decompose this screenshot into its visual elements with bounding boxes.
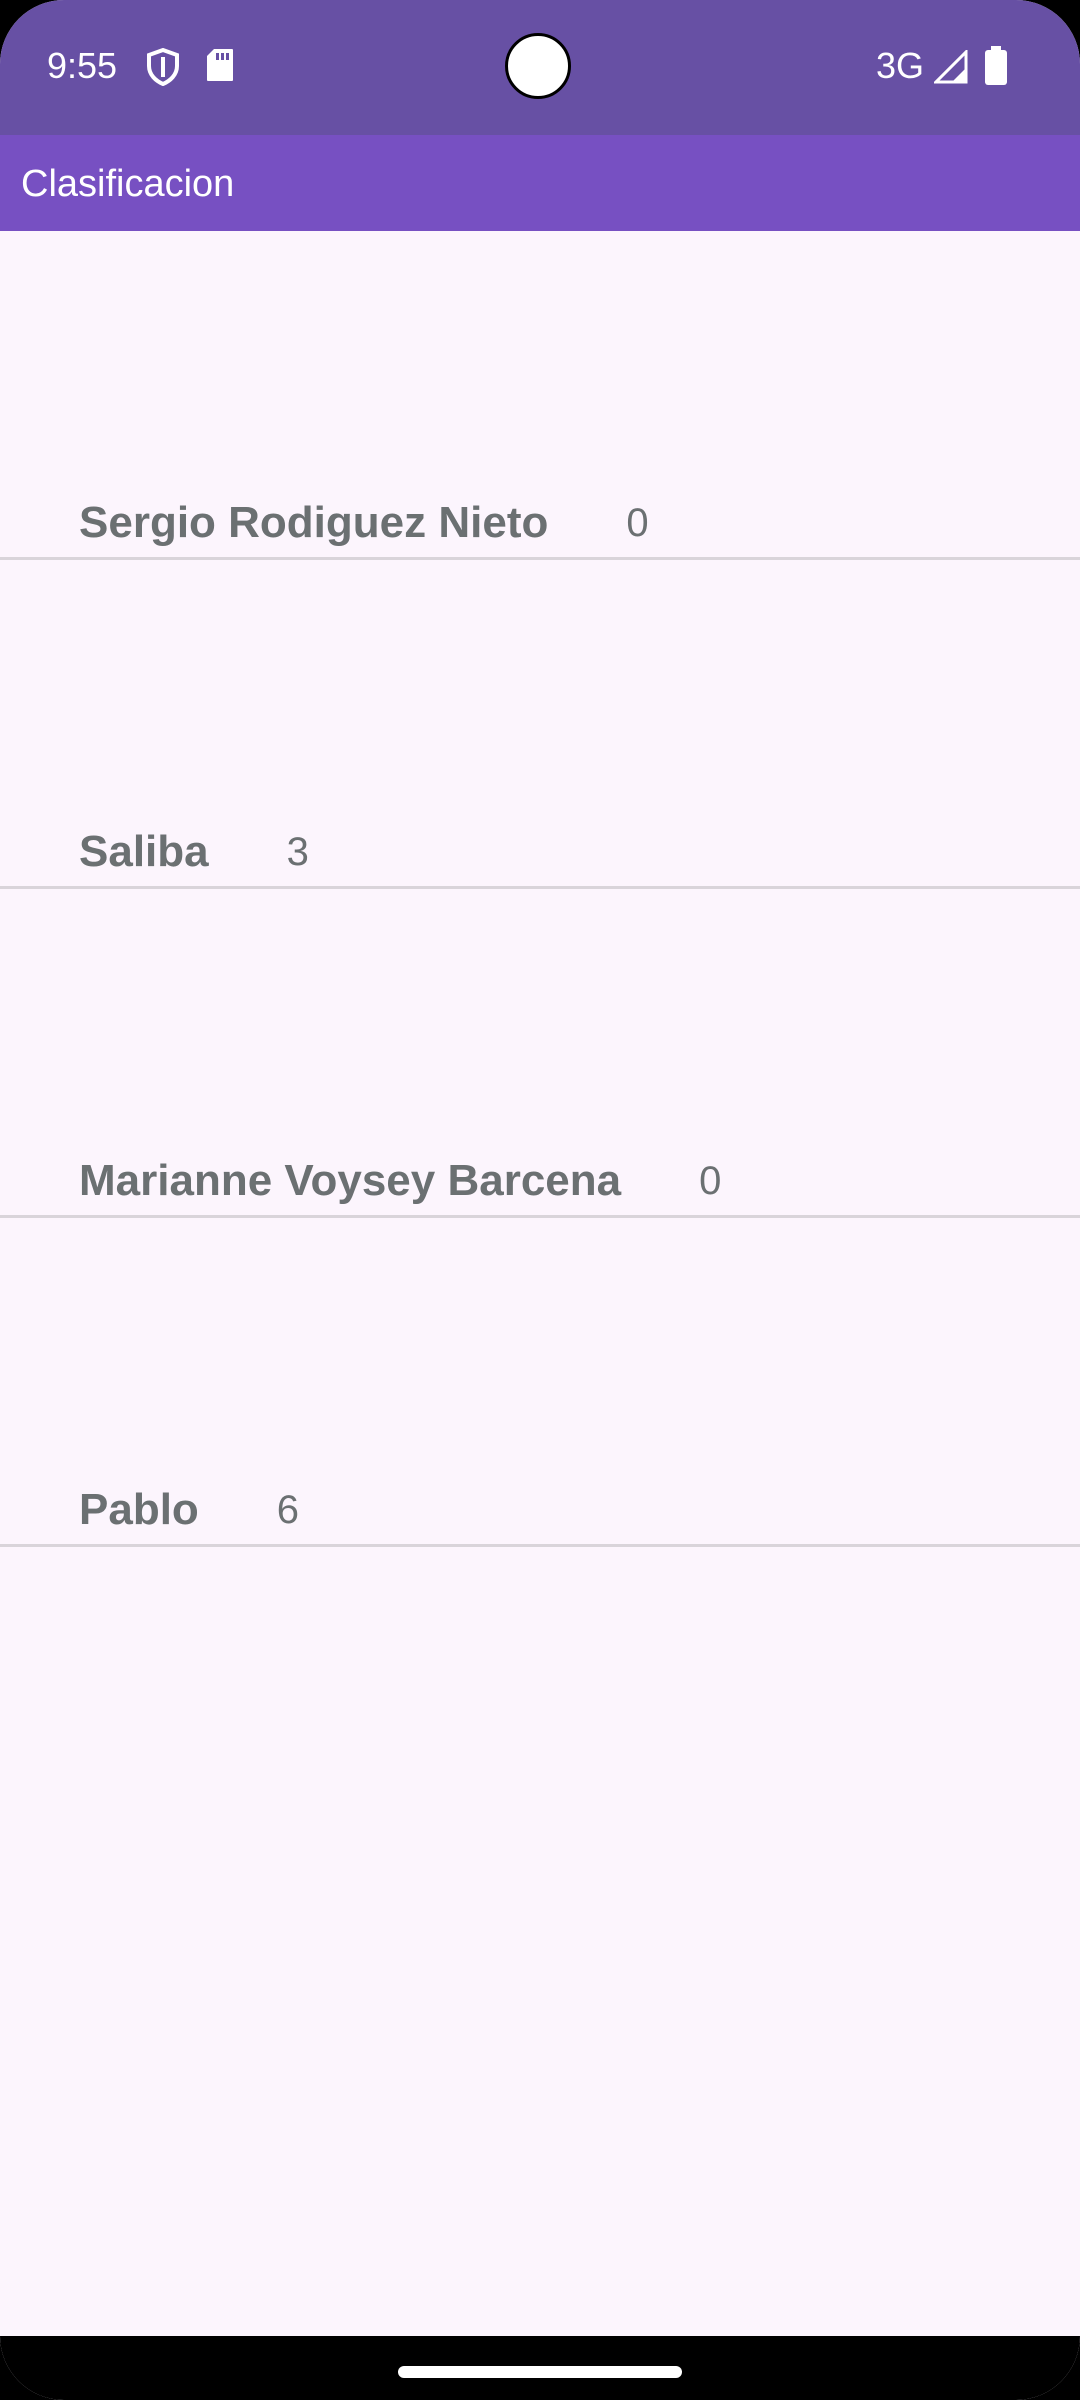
status-bar: 9:55 3G bbox=[0, 0, 1080, 135]
player-name: Pablo bbox=[79, 1485, 199, 1534]
sd-card-icon bbox=[206, 48, 234, 87]
list-item[interactable]: Pablo 6 bbox=[0, 1218, 1080, 1547]
app-title: Clasificacion bbox=[21, 163, 235, 205]
front-camera bbox=[505, 33, 571, 99]
navigation-bar bbox=[0, 2336, 1080, 2400]
list-item[interactable]: Marianne Voysey Barcena 0 bbox=[0, 889, 1080, 1218]
home-gesture-handle[interactable] bbox=[398, 2366, 682, 2378]
player-score: 6 bbox=[276, 1488, 300, 1532]
phone-screen: 9:55 3G Clasificacion Sergio Rodiguez Ni… bbox=[0, 0, 1080, 2400]
shield-icon bbox=[146, 47, 180, 91]
player-name: Saliba bbox=[79, 827, 209, 876]
battery-icon bbox=[984, 46, 1008, 91]
list-item[interactable]: Sergio Rodiguez Nieto 0 bbox=[0, 231, 1080, 560]
player-name: Sergio Rodiguez Nieto bbox=[79, 498, 549, 547]
list-item[interactable]: Saliba 3 bbox=[0, 560, 1080, 889]
ranking-list: Sergio Rodiguez Nieto 0 Saliba 3 Mariann… bbox=[0, 231, 1080, 1547]
player-score: 0 bbox=[699, 1159, 722, 1203]
status-time: 9:55 bbox=[47, 45, 118, 86]
network-type: 3G bbox=[876, 45, 925, 86]
player-score: 3 bbox=[286, 830, 309, 874]
app-bar: Clasificacion bbox=[0, 135, 1080, 231]
player-score: 0 bbox=[626, 501, 649, 545]
player-name: Marianne Voysey Barcena bbox=[79, 1156, 622, 1205]
signal-icon bbox=[932, 48, 968, 89]
